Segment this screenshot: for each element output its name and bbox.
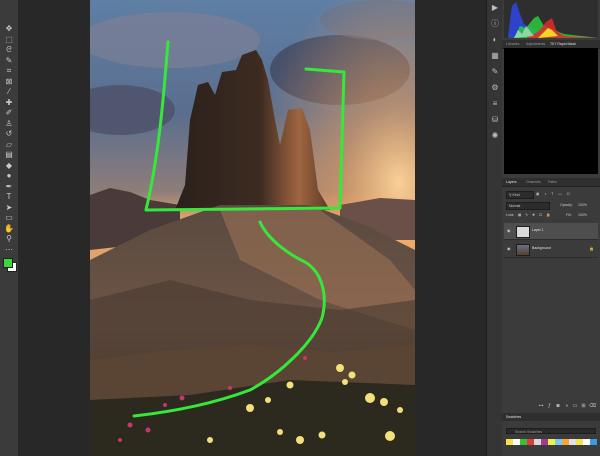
adjust-icon[interactable]: ⚙ — [490, 83, 500, 93]
fill-label: Fill: — [566, 213, 572, 217]
mask-icon[interactable]: ◙ — [555, 403, 561, 409]
healing-brush-icon[interactable]: ✚ — [4, 98, 14, 107]
hand-tool-icon[interactable]: ✋ — [4, 224, 14, 233]
path-select-icon[interactable]: ➤ — [4, 203, 14, 212]
tab-adjustments[interactable]: Adjustments — [526, 41, 545, 47]
trash-icon[interactable]: ⌫ — [589, 403, 596, 409]
pen-tool-icon[interactable]: ✒ — [4, 182, 14, 191]
color-swatch[interactable] — [555, 439, 562, 445]
color-icon[interactable]: ◐ — [490, 35, 500, 45]
tab-layers[interactable]: Layers — [506, 179, 517, 185]
fx-icon[interactable]: ƒ — [547, 403, 553, 409]
panel-dock: ▶ ⓘ ◐ ▦ ✎ ⚙ ≡ ⛁ ✺ — [486, 0, 503, 456]
color-swatch[interactable] — [506, 439, 513, 445]
swatches-grid — [506, 439, 598, 445]
more-tools-icon[interactable]: ⋯ — [4, 245, 14, 254]
kind-filter-select[interactable]: ⚲ Kind — [506, 191, 534, 199]
brush-settings-icon[interactable]: ✎ — [490, 67, 500, 77]
histogram-graph — [508, 2, 598, 38]
kind-filter-label: Kind — [512, 193, 520, 197]
layer-row-background[interactable]: ◉ Background 🔒 — [504, 241, 598, 258]
color-swatch[interactable] — [520, 439, 527, 445]
right-panels: Libraries Adjustments TK7 Rapid Mask Lay… — [502, 0, 600, 456]
layers-footer-buttons: ⊶ ƒ ◙ ◑ ▭ ⊞ ⌫ — [504, 402, 598, 410]
swatches-icon[interactable]: ▦ — [490, 51, 500, 61]
eraser-icon[interactable]: ▱ — [4, 140, 14, 149]
tab-paths[interactable]: Paths — [548, 179, 557, 185]
gradient-tool-icon[interactable]: ▤ — [4, 150, 14, 159]
layer-thumbnail — [516, 226, 530, 238]
photoshop-window: ✥ ⬚ ᘓ ✎ ⌗ ⊠ ⁄ ✚ ✐ ♙ ↺ ▱ ▤ ◆ ● ✒ T ➤ ▭ ✋ ⚲ ⋯ — [0, 0, 600, 456]
zoom-tool-icon[interactable]: ⚲ — [4, 234, 14, 243]
visibility-eye-icon[interactable]: ◉ — [507, 246, 511, 251]
blend-mode-select[interactable]: Normal — [506, 202, 550, 210]
link-layers-icon[interactable]: ⊶ — [538, 403, 544, 409]
move-tool-icon[interactable]: ✥ — [4, 24, 14, 33]
color-swatch[interactable] — [590, 439, 597, 445]
color-swatch[interactable] — [562, 439, 569, 445]
tab-libraries[interactable]: Libraries — [506, 41, 519, 47]
lasso-tool-icon[interactable]: ᘓ — [4, 45, 14, 54]
dodge-tool-icon[interactable]: ● — [4, 171, 14, 180]
opacity-label: Opacity: — [560, 203, 573, 207]
properties-icon[interactable]: ≡ — [490, 99, 500, 109]
foreground-color-swatch[interactable] — [3, 258, 13, 268]
new-layer-icon[interactable]: ⊞ — [581, 403, 587, 409]
blur-tool-icon[interactable]: ◆ — [4, 161, 14, 170]
filter-type-icons[interactable]: ▣ ◑ T ▭ ⊡ — [536, 190, 572, 198]
layer-name: Layer 1 — [532, 228, 544, 232]
layers-tab-bar: Layers Channels Paths — [502, 178, 600, 187]
brush-tool-icon[interactable]: ✐ — [4, 108, 14, 117]
color-swatch[interactable] — [569, 439, 576, 445]
landscape-photo — [90, 0, 415, 456]
crop-tool-icon[interactable]: ⌗ — [4, 66, 14, 75]
libraries-icon[interactable]: ⛁ — [490, 115, 500, 125]
quick-select-icon[interactable]: ✎ — [4, 56, 14, 65]
color-swatch[interactable] — [576, 439, 583, 445]
color-swatch[interactable] — [527, 439, 534, 445]
layer-name: Background — [532, 246, 551, 250]
layer-filter-row: ⚲ Kind ▣ ◑ T ▭ ⊡ — [504, 190, 598, 199]
lock-options-icons[interactable]: ▦ ✎ ✥ ⊡ 🔒 — [518, 211, 552, 219]
opacity-value[interactable]: 100% — [578, 201, 587, 209]
swatches-title[interactable]: Swatches — [506, 415, 521, 419]
histogram-panel — [504, 0, 598, 38]
eyedropper-icon[interactable]: ⁄ — [4, 87, 14, 96]
visibility-eye-icon[interactable]: ◉ — [507, 228, 511, 233]
layer-thumbnail — [516, 244, 530, 256]
color-swatch[interactable] — [541, 439, 548, 445]
frame-tool-icon[interactable]: ⊠ — [4, 77, 14, 86]
swatches-panel-header: Swatches — [502, 413, 600, 421]
clone-stamp-icon[interactable]: ♙ — [4, 119, 14, 128]
color-swatch[interactable] — [583, 439, 590, 445]
play-icon[interactable]: ▶ — [490, 3, 500, 13]
lock-label: Lock: — [506, 213, 515, 217]
swatches-search-input[interactable]: Search Swatches — [506, 428, 596, 434]
tab-rapid-mask[interactable]: TK7 Rapid Mask — [550, 41, 576, 47]
tab-channels[interactable]: Channels — [526, 179, 541, 185]
rectangle-tool-icon[interactable]: ▭ — [4, 213, 14, 222]
history-brush-icon[interactable]: ↺ — [4, 129, 14, 138]
document-image[interactable] — [90, 0, 415, 456]
rapid-mask-panel-content — [504, 48, 598, 174]
marquee-tool-icon[interactable]: ⬚ — [4, 35, 14, 44]
tools-panel: ✥ ⬚ ᘓ ✎ ⌗ ⊠ ⁄ ✚ ✐ ♙ ↺ ▱ ▤ ◆ ● ✒ T ➤ ▭ ✋ ⚲ ⋯ — [0, 0, 19, 456]
info-icon[interactable]: ⓘ — [490, 19, 500, 29]
color-wheel-icon[interactable]: ✺ — [490, 131, 500, 141]
adjustment-layer-icon[interactable]: ◑ — [564, 403, 570, 409]
document-canvas-area[interactable] — [18, 0, 500, 456]
blend-opacity-row: Normal Opacity: 100% — [504, 201, 598, 210]
group-icon[interactable]: ▭ — [572, 403, 578, 409]
color-swatch[interactable] — [534, 439, 541, 445]
type-tool-icon[interactable]: T — [4, 192, 14, 201]
lock-icon: 🔒 — [589, 246, 594, 251]
fill-value[interactable]: 100% — [578, 211, 587, 219]
layer-row-layer-1[interactable]: ◉ Layer 1 — [504, 223, 598, 240]
lock-fill-row: Lock: ▦ ✎ ✥ ⊡ 🔒 Fill: 100% — [504, 211, 598, 219]
color-swatch[interactable] — [548, 439, 555, 445]
color-swatch[interactable] — [513, 439, 520, 445]
